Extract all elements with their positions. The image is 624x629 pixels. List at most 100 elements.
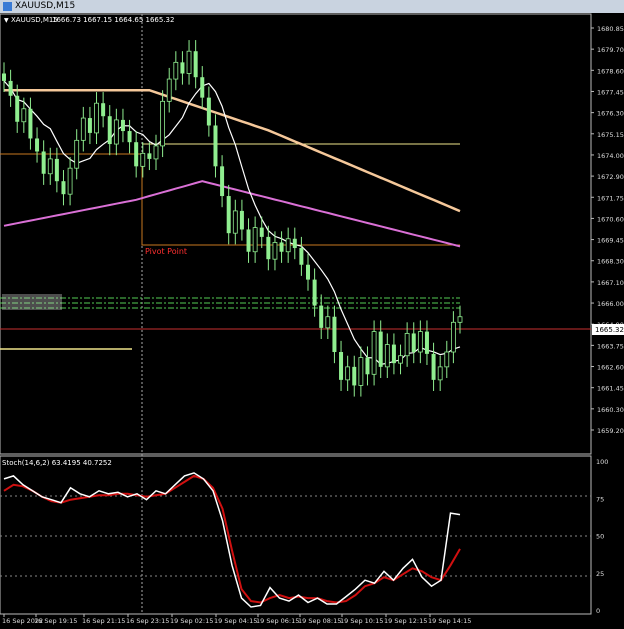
- candle-body-bull: [67, 167, 73, 195]
- candle-body-bear: [134, 142, 139, 167]
- candle-body-bull: [285, 238, 291, 253]
- candle-body-bear: [2, 73, 6, 81]
- candle-body-bull: [417, 331, 423, 353]
- price-axis: 1680.85 1679.70 1678.60 1677.45 1676.30 1675.…: [591, 25, 624, 435]
- price-tick-label: 1659.20: [597, 427, 624, 435]
- candle-body-bull: [21, 108, 27, 123]
- candle-body-bull: [272, 242, 278, 260]
- candle-body-bear: [107, 116, 112, 145]
- candle-body-bull: [252, 227, 258, 253]
- candles-layer: [2, 40, 463, 397]
- price-tick-label: 1661.45: [597, 385, 624, 393]
- candle-body-bull: [457, 316, 463, 323]
- stoch-panel-border: [0, 455, 592, 615]
- candle-body-bull: [358, 357, 364, 386]
- price-tick-label: 1670.60: [597, 215, 624, 223]
- stoch-tick-label: 50: [596, 533, 604, 541]
- candle-body-bear: [352, 366, 357, 386]
- window-title-bar: XAUUSD,M15: [0, 0, 624, 13]
- candle-body-bear: [239, 210, 244, 230]
- candle-body-bear: [193, 51, 198, 78]
- candle-body-bear: [15, 95, 20, 122]
- candle-body-bull: [166, 78, 172, 102]
- candle-body-bull: [113, 119, 119, 145]
- candle-body-bear: [306, 264, 310, 280]
- candle-body-bull: [437, 366, 443, 381]
- stoch-signal-line: [3, 474, 461, 604]
- price-tick-label: 1667.10: [597, 279, 624, 287]
- candle-body-bear: [213, 125, 218, 167]
- stoch-tick-label: 25: [596, 570, 604, 578]
- candle-body-bear: [54, 158, 59, 182]
- candle-body-bull: [160, 100, 166, 147]
- candle-body-bear: [200, 77, 205, 98]
- candle-body-bear: [61, 181, 66, 195]
- price-tick-label: 1677.45: [597, 88, 624, 96]
- candle-body-bull: [444, 351, 450, 368]
- ma-fast-line: [3, 80, 461, 365]
- candle-body-bull: [345, 366, 351, 381]
- candle-body-bear: [87, 118, 92, 133]
- candle-body-bull: [94, 102, 99, 134]
- price-tick-label: 1675.15: [597, 131, 624, 139]
- candle-body-bear: [180, 62, 185, 74]
- price-tick-label: 1680.85: [597, 25, 624, 33]
- time-tick-label: 19 Sep 08:15: [298, 617, 341, 625]
- candle-body-bear: [365, 357, 370, 375]
- candle-body-bear: [246, 229, 251, 252]
- price-tick-label: 1666.00: [597, 300, 624, 308]
- candle-body-bear: [35, 138, 40, 152]
- time-tick-label: 19 Sep 12:15: [384, 617, 427, 625]
- price-chart-svg[interactable]: ▼ XAUUSD,M15 1666.73 1667.15 1664.65 166…: [0, 13, 624, 625]
- chart-ohlc-label: 1666.73 1667.15 1664.65 1665.32: [52, 16, 174, 24]
- price-tick-label: 1676.30: [597, 110, 624, 118]
- time-tick-label: 19 Sep 02:15: [170, 617, 213, 625]
- candle-body-bull: [47, 158, 53, 175]
- time-tick-label: 19 Sep 10:15: [340, 617, 383, 625]
- candle-body-bull: [80, 117, 86, 141]
- candle-body-bear: [226, 196, 231, 234]
- candle-body-bear: [28, 108, 33, 139]
- moving-averages: [3, 80, 461, 365]
- price-tick-label: 1671.75: [597, 194, 624, 202]
- candle-body-bear: [424, 331, 429, 354]
- price-tick-label: 1674.00: [597, 152, 624, 160]
- candle-body-bear: [339, 352, 344, 380]
- candle-body-bull: [384, 344, 390, 368]
- candle-body-bull: [371, 331, 377, 375]
- candle-body-bear: [101, 103, 106, 117]
- price-tick-label: 1678.60: [597, 67, 624, 75]
- candle-body-bear: [220, 166, 225, 197]
- candle-body-bear: [120, 119, 125, 132]
- candle-body-bear: [319, 305, 324, 328]
- price-tick-label: 1660.30: [597, 406, 624, 414]
- candle-body-bear: [41, 151, 46, 174]
- time-tick-label: 19 Sep 14:15: [428, 617, 471, 625]
- candle-body-bear: [411, 333, 416, 353]
- candle-body-bear: [279, 242, 284, 252]
- chart-area[interactable]: ▼ XAUUSD,M15 1666.73 1667.15 1664.65 166…: [0, 13, 624, 625]
- candle-body-bull: [404, 333, 410, 357]
- current-price-label: 1665.32: [595, 326, 624, 334]
- stoch-tick-label: 0: [596, 607, 600, 615]
- price-tick-label: 1662.60: [597, 364, 624, 372]
- candle-body-bull: [450, 321, 456, 353]
- sr-labels-block: [2, 294, 62, 310]
- stoch-main-line: [3, 472, 461, 608]
- stoch-label: Stoch(14,6,2) 63.4195 40.7252: [2, 459, 112, 467]
- header-arrow-icon: ▼: [4, 17, 9, 24]
- time-tick-label: 19 Sep 06:15: [256, 617, 299, 625]
- candle-body-bear: [206, 97, 211, 126]
- time-axis: 16 Sep 202216 Sep 19:15 16 Sep 21:15 16 Se…: [2, 614, 471, 625]
- stoch-tick-label: 75: [596, 495, 604, 503]
- pivot-point-label: Pivot Point: [145, 247, 187, 256]
- chart-symbol-label: XAUUSD,M15: [11, 16, 58, 24]
- price-tick-label: 1668.30: [597, 258, 624, 266]
- price-tick-label: 1672.90: [597, 173, 624, 181]
- candle-body-bull: [173, 61, 179, 80]
- candle-body-bear: [391, 344, 396, 364]
- candle-body-bull: [325, 316, 331, 329]
- candle-body-bear: [147, 153, 152, 159]
- stoch-tick-label: 100: [596, 458, 608, 466]
- candle-body-bull: [140, 152, 146, 167]
